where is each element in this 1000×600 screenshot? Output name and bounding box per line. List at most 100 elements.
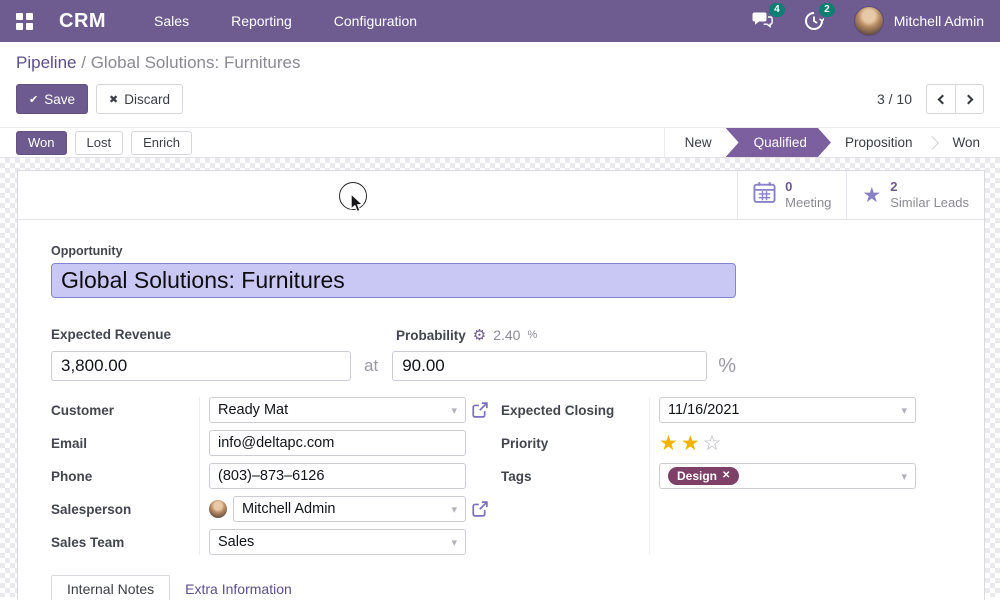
- messages-badge: 4: [769, 3, 785, 17]
- similar-leads-count: 2: [890, 179, 969, 195]
- messages-button[interactable]: 4: [752, 11, 774, 31]
- tab-extra-information[interactable]: Extra Information: [170, 576, 307, 600]
- chevron-left-icon: [938, 94, 948, 104]
- email-label: Email: [51, 430, 199, 456]
- activities-badge: 2: [819, 3, 835, 17]
- tab-internal-notes[interactable]: Internal Notes: [51, 575, 170, 600]
- probability-auto-percent: %: [527, 329, 537, 341]
- menu-configuration[interactable]: Configuration: [334, 13, 417, 29]
- salesperson-label: Salesperson: [51, 496, 199, 522]
- x-icon: ✖: [109, 93, 118, 106]
- star-icon: ★: [862, 185, 881, 206]
- salesperson-select[interactable]: Mitchell Admin ▾: [233, 496, 466, 522]
- meeting-count: 0: [785, 179, 831, 195]
- star-empty-icon[interactable]: ☆: [703, 433, 722, 454]
- sales-team-label: Sales Team: [51, 529, 199, 555]
- chat-bubbles-icon: [752, 17, 774, 34]
- breadcrumb: Pipeline / Global Solutions: Furnitures: [16, 53, 984, 73]
- menu-sales[interactable]: Sales: [154, 13, 189, 29]
- apps-grid-icon[interactable]: [16, 13, 33, 30]
- stage-proposition[interactable]: Proposition: [825, 128, 933, 157]
- probability-auto-value: 2.40: [493, 327, 520, 343]
- left-field-group: Customer Ready Mat ▾ Em: [51, 397, 501, 555]
- meeting-stat-button[interactable]: 0 Meeting: [737, 171, 846, 219]
- customer-external-link-icon[interactable]: [472, 402, 488, 418]
- tag-remove-icon[interactable]: ✕: [722, 471, 730, 481]
- star-filled-icon[interactable]: ★: [659, 433, 678, 454]
- revenue-probability-labels: Expected Revenue Probability ⚙ 2.40 %: [51, 326, 951, 344]
- form-header: 0 Meeting ★ 2 Similar Leads: [18, 171, 984, 220]
- discard-button[interactable]: ✖ Discard: [96, 84, 183, 114]
- salesperson-avatar: [209, 500, 227, 518]
- pager-next-button[interactable]: [955, 84, 984, 114]
- customer-label: Customer: [51, 397, 199, 423]
- at-label: at: [364, 356, 378, 376]
- stage-new[interactable]: New: [665, 128, 732, 157]
- email-input[interactable]: [209, 430, 466, 456]
- enrich-button[interactable]: Enrich: [131, 131, 192, 155]
- save-button[interactable]: ✔ Save: [16, 84, 88, 114]
- save-label: Save: [44, 92, 75, 107]
- tag-design[interactable]: Design ✕: [668, 467, 739, 485]
- stage-selector: New Qualified Proposition Won: [664, 128, 1000, 157]
- phone-label: Phone: [51, 463, 199, 489]
- activity-clock-icon: [804, 18, 824, 35]
- user-avatar[interactable]: [854, 6, 884, 36]
- expected-closing-label: Expected Closing: [501, 397, 649, 423]
- content-area: 0 Meeting ★ 2 Similar Leads Opportunity: [0, 158, 1000, 597]
- control-panel: Pipeline / Global Solutions: Furnitures …: [0, 42, 1000, 127]
- customer-select[interactable]: Ready Mat ▾: [209, 397, 466, 423]
- menu-reporting[interactable]: Reporting: [231, 13, 292, 29]
- salesperson-value: Mitchell Admin: [242, 501, 335, 517]
- user-menu[interactable]: Mitchell Admin: [894, 13, 984, 29]
- breadcrumb-current: Global Solutions: Furnitures: [91, 53, 301, 72]
- caret-down-icon: ▾: [451, 503, 457, 516]
- probability-input[interactable]: [392, 351, 707, 381]
- similar-leads-label: Similar Leads: [890, 195, 969, 211]
- top-navbar: CRM Sales Reporting Configuration 4 2: [0, 0, 1000, 42]
- opportunity-title-input[interactable]: [51, 263, 736, 298]
- expected-revenue-input[interactable]: [51, 351, 351, 381]
- mouse-cursor-icon: [350, 194, 364, 218]
- statusbar: Won Lost Enrich New Qualified Propositio…: [0, 127, 1000, 158]
- expected-closing-select[interactable]: 11/16/2021 ▾: [659, 397, 916, 423]
- field-columns: Customer Ready Mat ▾ Em: [51, 397, 951, 555]
- activities-button[interactable]: 2: [804, 11, 824, 31]
- tags-field[interactable]: Design ✕ ▾: [659, 463, 916, 489]
- meeting-label: Meeting: [785, 195, 831, 211]
- caret-down-icon: ▾: [451, 404, 457, 417]
- priority-label: Priority: [501, 430, 649, 456]
- stage-won[interactable]: Won: [932, 128, 1000, 157]
- lost-button[interactable]: Lost: [75, 131, 124, 155]
- priority-stars[interactable]: ★ ★ ☆: [659, 433, 721, 454]
- topbar-right: 4 2 Mitchell Admin: [752, 6, 984, 36]
- revenue-probability-inputs: at %: [51, 351, 951, 381]
- won-button[interactable]: Won: [16, 131, 67, 155]
- salesperson-external-link-icon[interactable]: [472, 501, 488, 517]
- expected-closing-value: 11/16/2021: [668, 402, 740, 418]
- pager-previous-button[interactable]: [926, 84, 955, 114]
- check-icon: ✔: [29, 93, 38, 106]
- customer-value: Ready Mat: [218, 402, 288, 418]
- app-title[interactable]: CRM: [59, 10, 106, 33]
- discard-label: Discard: [124, 92, 170, 107]
- caret-down-icon: ▾: [901, 470, 907, 483]
- phone-input[interactable]: [209, 463, 466, 489]
- form-body: Opportunity Expected Revenue Probability…: [18, 220, 984, 600]
- chevron-right-icon: [963, 94, 973, 104]
- gear-icon[interactable]: ⚙: [473, 326, 486, 344]
- similar-leads-stat-button[interactable]: ★ 2 Similar Leads: [846, 171, 984, 219]
- form-card: 0 Meeting ★ 2 Similar Leads Opportunity: [17, 170, 985, 600]
- caret-down-icon: ▾: [901, 404, 907, 417]
- breadcrumb-pipeline-link[interactable]: Pipeline: [16, 53, 77, 72]
- pager-count: 3 / 10: [877, 91, 912, 107]
- stage-qualified[interactable]: Qualified: [726, 128, 831, 157]
- opportunity-label: Opportunity: [51, 244, 951, 258]
- breadcrumb-separator: /: [81, 53, 86, 72]
- sales-team-select[interactable]: Sales ▾: [209, 529, 466, 555]
- tags-label: Tags: [501, 463, 649, 489]
- star-filled-icon[interactable]: ★: [681, 433, 700, 454]
- probability-label: Probability: [396, 328, 466, 343]
- percent-suffix: %: [718, 355, 736, 378]
- expected-revenue-label: Expected Revenue: [51, 327, 171, 342]
